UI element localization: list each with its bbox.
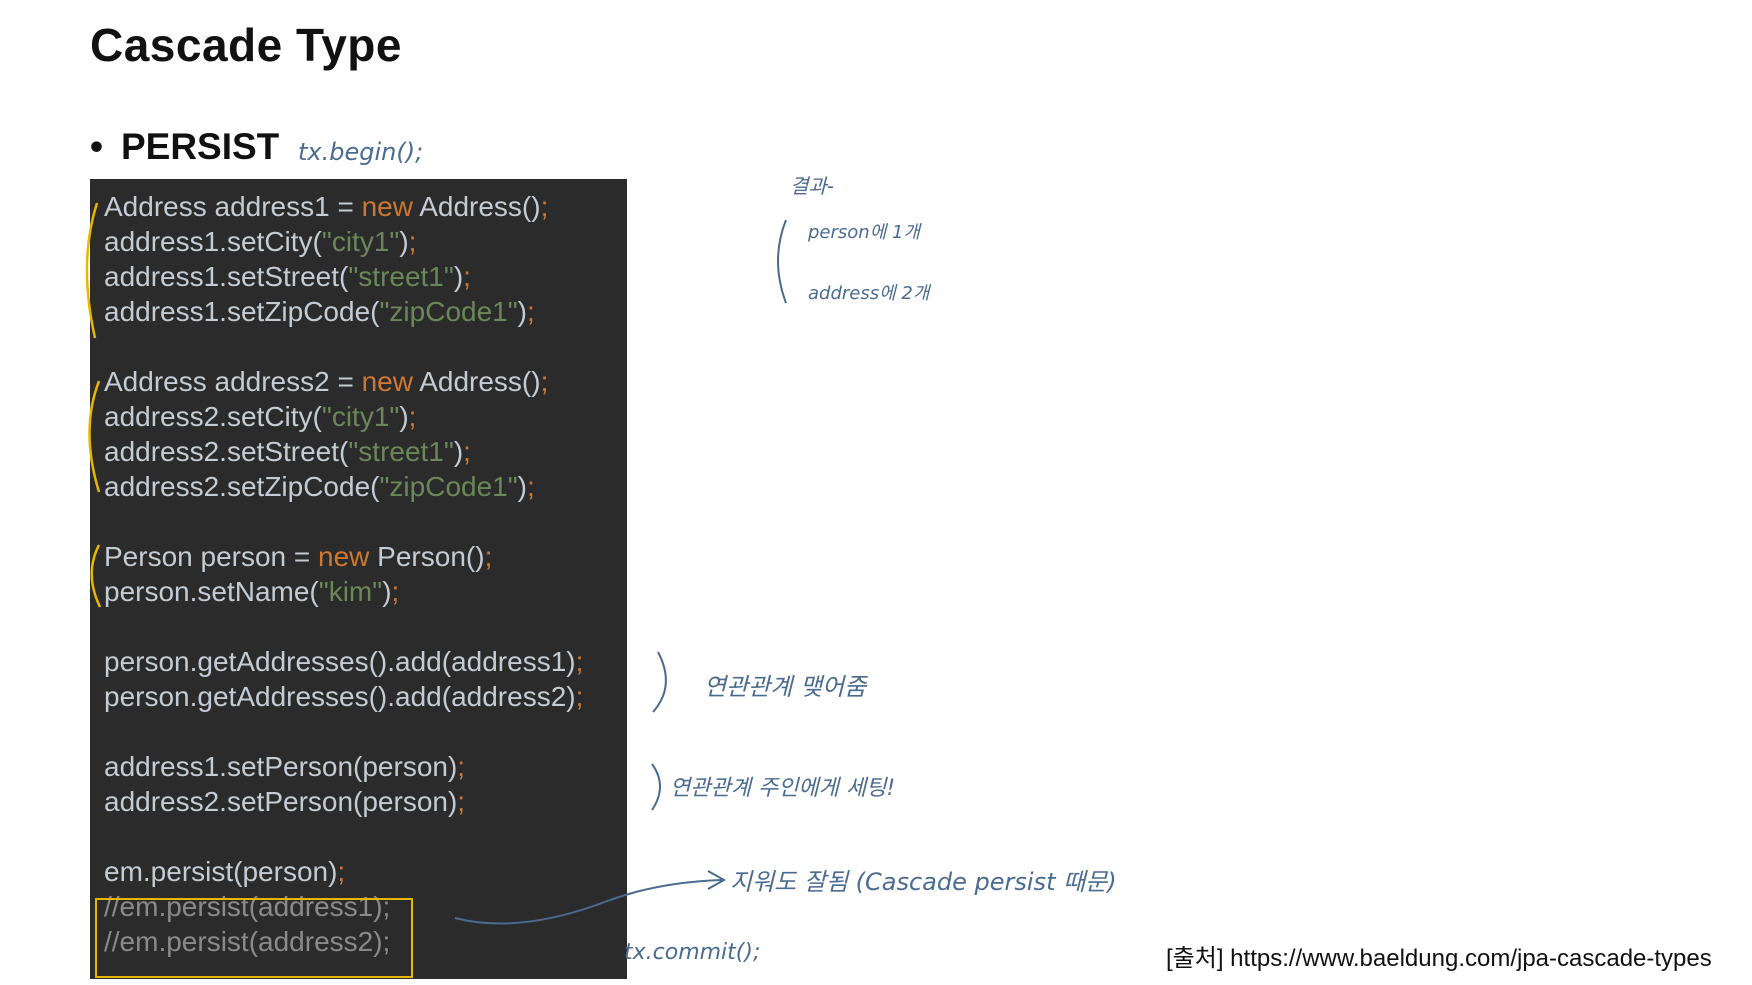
code-token: ; — [575, 681, 584, 712]
note-owner: 연관관계 주인에게 세팅! — [670, 776, 896, 801]
bullet-label: PERSIST — [120, 126, 280, 167]
code-token: "city1" — [321, 401, 400, 432]
note-tx-commit: tx.commit(); — [624, 940, 761, 965]
note-result-title: 결과- — [790, 174, 835, 198]
code-token: ; — [391, 576, 400, 607]
commented-lines-highlight — [95, 898, 413, 978]
code-token: "street1" — [348, 436, 454, 467]
code-line: Address address1 = new Address(); — [104, 191, 548, 223]
code-token: Address() — [412, 191, 541, 222]
code-token: ) — [399, 226, 409, 257]
code-line: person.getAddresses().add(address2); — [104, 681, 583, 713]
code-token: ; — [540, 366, 549, 397]
code-line: person.getAddresses().add(address1); — [104, 646, 583, 678]
code-line: address1.setStreet("street1"); — [104, 261, 471, 293]
bracket-link — [652, 651, 667, 713]
code-token: address1.setPerson(person) — [104, 751, 458, 782]
code-token: "street1" — [348, 261, 454, 292]
code-token: ) — [517, 471, 527, 502]
code-token: ; — [527, 471, 535, 502]
code-token: address1.setCity( — [104, 226, 322, 257]
bracket-owner — [651, 763, 661, 811]
code-token: new — [361, 191, 413, 222]
code-token: ) — [399, 401, 409, 432]
bullet-persist: • PERSIST — [90, 126, 279, 168]
slide-title: Cascade Type — [90, 19, 402, 71]
code-token: Address address1 = — [104, 191, 362, 222]
code-line: address2.setCity("city1"); — [104, 401, 416, 433]
code-token: ) — [453, 436, 464, 467]
code-token: address1.setZipCode( — [104, 296, 380, 327]
code-line: em.persist(person); — [104, 856, 345, 888]
code-token: ; — [457, 751, 466, 782]
code-token: Person() — [369, 541, 485, 572]
code-line: person.setName("kim"); — [104, 576, 399, 608]
bracket-result — [777, 219, 787, 304]
code-token: new — [361, 366, 413, 397]
code-token: address2.setStreet( — [104, 436, 349, 467]
note-result-address: address에 2개 — [808, 283, 930, 304]
code-line: Address address2 = new Address(); — [104, 366, 548, 398]
code-token: "zipCode1" — [379, 296, 518, 327]
code-token: ) — [382, 576, 392, 607]
code-token: ) — [453, 261, 464, 292]
code-token: address2.setCity( — [104, 401, 322, 432]
code-token: ; — [540, 191, 549, 222]
code-token: "city1" — [321, 226, 400, 257]
code-line: address1.setZipCode("zipCode1"); — [104, 296, 535, 328]
code-token: ; — [337, 856, 346, 887]
code-token: "kim" — [318, 576, 383, 607]
note-tx-begin: tx.begin(); — [298, 138, 424, 166]
code-token: person.setName( — [104, 576, 319, 607]
code-line: address2.setStreet("street1"); — [104, 436, 471, 468]
code-token: address2.setPerson(person) — [104, 786, 458, 817]
source-url: https://www.baeldung.com/jpa-cascade-typ… — [1230, 945, 1712, 972]
code-line: address1.setCity("city1"); — [104, 226, 416, 258]
code-line: address2.setZipCode("zipCode1"); — [104, 471, 535, 503]
source-label: [출처] — [1166, 945, 1224, 972]
code-token: ; — [457, 786, 466, 817]
code-token: ) — [517, 296, 527, 327]
code-line: address1.setPerson(person); — [104, 751, 465, 783]
note-result-person: person에 1개 — [808, 222, 920, 243]
code-token: "zipCode1" — [379, 471, 518, 502]
code-line: address2.setPerson(person); — [104, 786, 465, 818]
note-cascade: 지워도 잘됨 (Cascade persist 때문) — [730, 868, 1117, 896]
code-line: Person person = new Person(); — [104, 541, 492, 573]
code-token: ; — [484, 541, 493, 572]
note-link: 연관관계 맺어줌 — [704, 673, 867, 701]
code-token: person.getAddresses().add(address1) — [104, 646, 576, 677]
cascade-arrowhead-icon — [707, 870, 727, 890]
code-token: ; — [408, 401, 417, 432]
code-token: address2.setZipCode( — [104, 471, 380, 502]
code-token: ; — [575, 646, 584, 677]
code-token: new — [318, 541, 370, 572]
code-token: ; — [463, 261, 471, 292]
bullet-dot-icon: • — [90, 126, 103, 167]
code-token: ; — [408, 226, 417, 257]
code-token: ; — [463, 436, 471, 467]
code-token: ; — [527, 296, 535, 327]
code-token: em.persist(person) — [104, 856, 338, 887]
code-token: address1.setStreet( — [104, 261, 349, 292]
code-token: person.getAddresses().add(address2) — [104, 681, 576, 712]
code-token: Address address2 = — [104, 366, 362, 397]
source-citation: [출처] https://www.baeldung.com/jpa-cascad… — [1166, 938, 1712, 973]
code-token: Address() — [412, 366, 541, 397]
code-token: Person person = — [104, 541, 319, 572]
